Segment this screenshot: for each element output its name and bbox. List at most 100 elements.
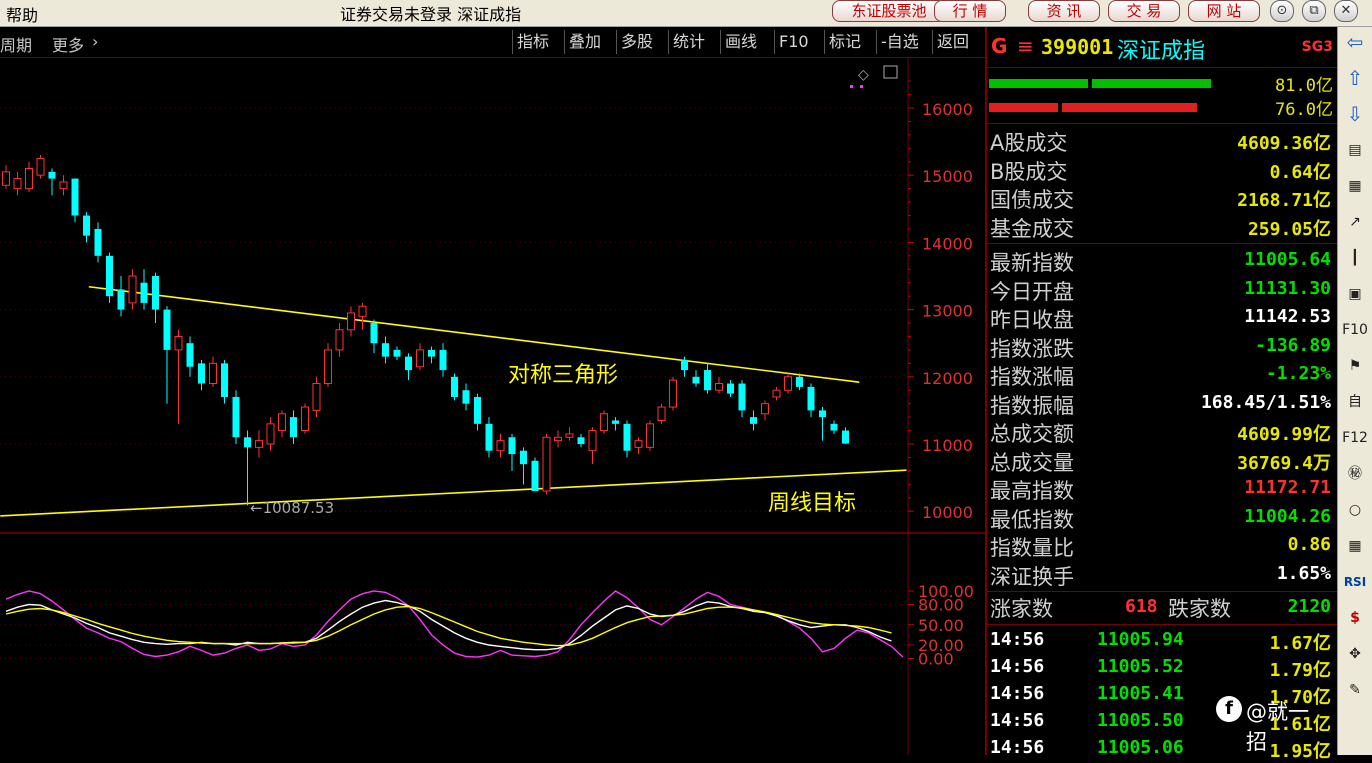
zi-icon[interactable]: 自 bbox=[1342, 389, 1368, 415]
flag-icon[interactable]: ⚑ bbox=[1342, 353, 1368, 379]
stat-label-row: 今日开盘 11131.30 bbox=[987, 276, 1337, 304]
stat-label: 总成交量 bbox=[990, 450, 1074, 475]
circle-icon[interactable]: ○ bbox=[1342, 497, 1368, 523]
menu-icon[interactable]: ≡ bbox=[1017, 34, 1034, 58]
overlay-button[interactable]: 叠加 bbox=[564, 30, 605, 54]
indicator-button[interactable]: 指标 bbox=[512, 30, 553, 54]
candle-body bbox=[266, 423, 275, 445]
tag-icon[interactable]: ㊙ bbox=[1342, 461, 1368, 487]
low-price-label: ←10087.53 bbox=[250, 499, 334, 517]
trade-button[interactable]: 交 易 bbox=[1108, 0, 1180, 22]
tick-price: 11005.41 bbox=[1097, 683, 1184, 704]
grid2-icon[interactable]: ▦ bbox=[1342, 533, 1368, 559]
up-arrow-icon[interactable]: ⇧ bbox=[1342, 65, 1368, 91]
dollar-icon[interactable]: $ bbox=[1342, 605, 1368, 631]
stat-label: 最新指数 bbox=[990, 251, 1074, 275]
stat-label-row: 指数量比 0.86 bbox=[987, 532, 1337, 560]
candle-body bbox=[462, 390, 470, 404]
candle-body bbox=[542, 436, 551, 492]
f10-button[interactable]: F10 bbox=[774, 30, 813, 54]
turnover-value: 2168.71亿 bbox=[1237, 190, 1331, 211]
watchlist-button[interactable]: -自选 bbox=[876, 30, 923, 54]
candle-body bbox=[278, 413, 286, 432]
candle-body bbox=[842, 430, 849, 444]
stat-value: 11172.71 bbox=[1244, 477, 1331, 498]
chevron-right-icon[interactable]: › bbox=[92, 32, 98, 51]
price-tick-label: 16000 bbox=[922, 100, 973, 119]
volume-bar-row: 81.0亿 bbox=[987, 71, 1337, 96]
tick-amount: 1.67亿 bbox=[1269, 633, 1331, 654]
f12-icon[interactable]: F12 bbox=[1342, 425, 1368, 451]
candle-body bbox=[186, 343, 194, 367]
kline-chart[interactable]: ◇ 16000150001400013000120001100010000 10… bbox=[0, 57, 985, 755]
multi-stock-button[interactable]: 多股 bbox=[616, 30, 657, 54]
candle-body bbox=[819, 410, 826, 418]
tick-time: 14:56 bbox=[990, 683, 1045, 704]
stat-label: 昨日收盘 bbox=[990, 308, 1074, 332]
price-tick-label: 10000 bbox=[922, 503, 973, 522]
stock-pool-button[interactable]: 东证股票池 bbox=[832, 0, 946, 22]
candle-body bbox=[382, 343, 389, 357]
candle-body bbox=[117, 289, 125, 310]
osc-tick-label: 0.00 bbox=[918, 650, 954, 669]
more-menu[interactable]: 更多 bbox=[52, 32, 84, 56]
volume-bar bbox=[989, 79, 1211, 88]
f10-icon[interactable]: F10 bbox=[1342, 317, 1368, 343]
bar-gap bbox=[1058, 101, 1062, 114]
candle-body bbox=[244, 437, 251, 448]
price-tick-label: 14000 bbox=[922, 234, 973, 253]
move-icon[interactable]: ✥ bbox=[1342, 641, 1368, 667]
website-button[interactable]: 网 站 bbox=[1188, 0, 1260, 22]
watermark-logo-icon: f bbox=[1216, 696, 1242, 722]
window-icon[interactable]: ▣ bbox=[1342, 281, 1368, 307]
candle-body bbox=[600, 413, 608, 432]
panel-toggle-icon[interactable] bbox=[883, 65, 898, 79]
quote-list-icon[interactable]: ▤ bbox=[1342, 137, 1368, 163]
candle-body bbox=[485, 423, 493, 451]
turnover-label: B股成交 bbox=[990, 159, 1068, 184]
close-icon[interactable]: ✕ bbox=[1334, 0, 1358, 22]
candle-body bbox=[784, 376, 792, 391]
draw-line-button[interactable]: 画线 bbox=[720, 30, 761, 54]
candle-body bbox=[83, 215, 90, 236]
watermark: f @就一招 bbox=[1216, 694, 1316, 754]
candle-body bbox=[657, 406, 666, 421]
stat-value: 11131.30 bbox=[1244, 277, 1331, 299]
diamond-icon[interactable]: ◇ bbox=[858, 67, 869, 83]
mark-button[interactable]: 标记 bbox=[824, 30, 865, 54]
stat-label-row: 深证换手 1.65% bbox=[987, 561, 1337, 589]
quotes-button[interactable]: 行 情 bbox=[934, 0, 1006, 22]
index-info-panel: G ≡ 399001 深证成指 SG3 81.0亿 76.0亿 A股成交 4609.… bbox=[985, 27, 1337, 762]
candle-body bbox=[255, 440, 263, 448]
grid-icon[interactable]: ▦ bbox=[1342, 173, 1368, 199]
kline-icon[interactable]: ┃ bbox=[1342, 245, 1368, 271]
period-selector[interactable]: 周期 bbox=[0, 32, 32, 56]
candle-body bbox=[474, 396, 481, 424]
restore-icon[interactable]: ⧉ bbox=[1302, 0, 1326, 22]
trend-icon[interactable]: ↗ bbox=[1342, 209, 1368, 235]
back-arrow-icon[interactable]: ⇦ bbox=[1342, 29, 1368, 55]
back-button[interactable]: 返回 bbox=[932, 30, 973, 54]
rsi-icon[interactable]: RSI bbox=[1342, 569, 1368, 595]
tick-amount: 1.79亿 bbox=[1269, 660, 1331, 681]
help-menu[interactable]: 帮助 bbox=[6, 2, 38, 26]
candle-body bbox=[347, 312, 355, 331]
minimize-icon[interactable]: ⊙ bbox=[1270, 0, 1294, 22]
down-arrow-icon[interactable]: ⇩ bbox=[1342, 101, 1368, 127]
index-header: G ≡ 399001 深证成指 SG3 bbox=[987, 31, 1337, 65]
pen-icon[interactable]: ✎ bbox=[1342, 677, 1368, 703]
statistics-button[interactable]: 统计 bbox=[668, 30, 709, 54]
candle-body bbox=[2, 171, 10, 186]
g-label: G bbox=[991, 34, 1008, 58]
tick-row: 14:56 11005.94 1.67亿 bbox=[987, 627, 1337, 655]
candle-body bbox=[163, 309, 171, 350]
candle-body bbox=[531, 460, 539, 492]
candle-body bbox=[727, 383, 734, 394]
candle-body bbox=[128, 275, 137, 304]
stat-value: -1.23% bbox=[1265, 363, 1331, 384]
candle-body bbox=[370, 323, 378, 344]
turnover-value: 0.64亿 bbox=[1269, 161, 1331, 183]
news-button[interactable]: 资 讯 bbox=[1028, 0, 1100, 22]
tick-price: 11005.50 bbox=[1097, 710, 1184, 731]
candle-body bbox=[634, 440, 643, 448]
